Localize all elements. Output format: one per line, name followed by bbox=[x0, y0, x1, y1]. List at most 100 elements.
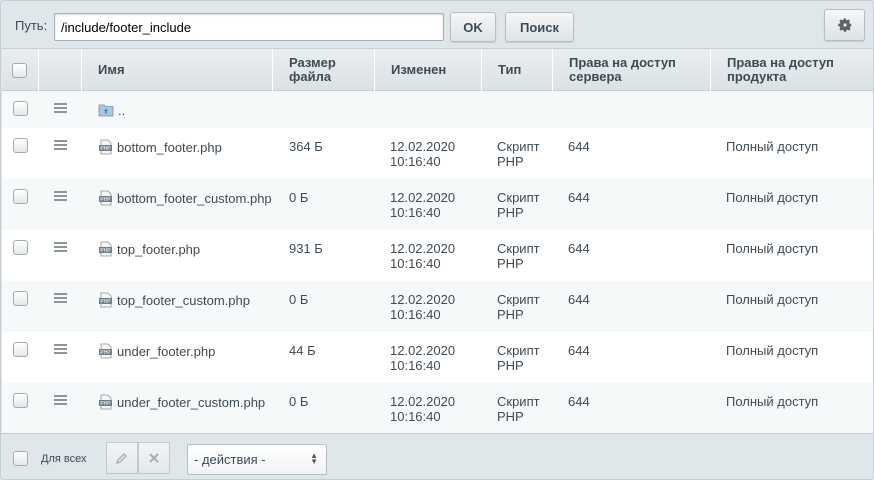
server-rights: 644 bbox=[568, 343, 590, 358]
file-name-link[interactable]: bottom_footer_custom.php bbox=[117, 191, 272, 206]
php-file-icon: PHP bbox=[99, 394, 112, 410]
row-checkbox[interactable] bbox=[13, 342, 28, 357]
svg-text:PHP: PHP bbox=[100, 248, 111, 254]
for-all-checkbox[interactable] bbox=[13, 451, 28, 466]
row-checkbox[interactable] bbox=[13, 138, 28, 153]
select-all-checkbox[interactable] bbox=[12, 62, 27, 78]
svg-text:PHP: PHP bbox=[100, 299, 111, 305]
file-type-lang: PHP bbox=[497, 205, 524, 220]
php-file-icon: PHP bbox=[99, 241, 112, 257]
actions-select[interactable]: - действия - ▲ ▼ bbox=[187, 444, 327, 475]
file-size: 931 Б bbox=[289, 241, 323, 256]
header-modified[interactable]: Изменен bbox=[375, 49, 482, 91]
row-menu-icon[interactable] bbox=[54, 191, 67, 202]
row-menu-icon[interactable] bbox=[54, 344, 67, 355]
table-row[interactable]: PHP bottom_footer_custom.php 0 Б 12.02.2020… bbox=[2, 179, 873, 230]
file-type: Скрипт bbox=[497, 190, 540, 205]
file-name-link[interactable]: bottom_footer.php bbox=[117, 140, 222, 155]
ok-button[interactable]: OK bbox=[450, 12, 496, 42]
file-name-link[interactable]: under_footer_custom.php bbox=[117, 395, 265, 410]
table-row[interactable]: PHP under_footer_custom.php 0 Б 12.02.2020 1… bbox=[2, 383, 873, 434]
delete-button[interactable] bbox=[138, 442, 170, 474]
file-type-lang: PHP bbox=[497, 256, 524, 271]
file-type: Скрипт bbox=[497, 343, 540, 358]
server-rights: 644 bbox=[568, 292, 590, 307]
file-size: 0 Б bbox=[289, 292, 309, 307]
header-actions-cell bbox=[39, 49, 82, 91]
header-select-cell bbox=[2, 49, 39, 91]
server-rights: 644 bbox=[568, 139, 590, 154]
close-icon bbox=[149, 453, 159, 463]
modified-date: 12.02.2020 bbox=[390, 343, 456, 358]
modified-time: 10:16:40 bbox=[390, 307, 441, 322]
pencil-icon bbox=[115, 453, 127, 465]
row-checkbox[interactable] bbox=[13, 101, 28, 116]
file-name-link[interactable]: top_footer_custom.php bbox=[117, 293, 250, 308]
php-file-icon: PHP bbox=[99, 292, 112, 308]
product-rights: Полный доступ bbox=[726, 139, 819, 154]
file-type-lang: PHP bbox=[497, 409, 524, 424]
search-button[interactable]: Поиск bbox=[505, 12, 574, 42]
php-file-icon: PHP bbox=[99, 343, 112, 359]
file-type: Скрипт bbox=[497, 394, 540, 409]
header-product-rights[interactable]: Права на доступ продукта bbox=[711, 49, 873, 91]
edit-button[interactable] bbox=[106, 442, 138, 474]
table-row-parent[interactable]: .. bbox=[2, 91, 873, 128]
path-input[interactable] bbox=[54, 13, 444, 41]
file-name-link[interactable]: under_footer.php bbox=[117, 344, 215, 359]
modified-time: 10:16:40 bbox=[390, 154, 441, 169]
table-row[interactable]: PHP bottom_footer.php 364 Б 12.02.2020 10:16… bbox=[2, 128, 873, 179]
table-row[interactable]: PHP under_footer.php 44 Б 12.02.2020 10:16:4… bbox=[2, 332, 873, 383]
header-size[interactable]: Размер файла bbox=[273, 49, 375, 91]
server-rights: 644 bbox=[568, 190, 590, 205]
modified-date: 12.02.2020 bbox=[390, 394, 456, 409]
file-size: 44 Б bbox=[289, 343, 316, 358]
modified-time: 10:16:40 bbox=[390, 256, 441, 271]
table-row[interactable]: PHP top_footer.php 931 Б 12.02.2020 10:16:40… bbox=[2, 230, 873, 281]
file-size: 0 Б bbox=[289, 190, 309, 205]
row-menu-icon[interactable] bbox=[54, 395, 67, 406]
header-server-rights[interactable]: Права на доступ сервера bbox=[553, 49, 711, 91]
file-type: Скрипт bbox=[497, 139, 540, 154]
file-type-lang: PHP bbox=[497, 307, 524, 322]
modified-date: 12.02.2020 bbox=[390, 139, 456, 154]
file-type-lang: PHP bbox=[497, 358, 524, 373]
product-rights: Полный доступ bbox=[726, 190, 819, 205]
row-checkbox[interactable] bbox=[13, 240, 28, 255]
server-rights: 644 bbox=[568, 241, 590, 256]
file-type: Скрипт bbox=[497, 241, 540, 256]
product-rights: Полный доступ bbox=[726, 343, 819, 358]
folder-up-icon bbox=[98, 104, 114, 117]
row-checkbox[interactable] bbox=[13, 189, 28, 204]
row-menu-icon[interactable] bbox=[54, 140, 67, 151]
row-menu-icon[interactable] bbox=[54, 242, 67, 253]
row-menu-icon[interactable] bbox=[54, 103, 67, 114]
modified-date: 12.02.2020 bbox=[390, 241, 456, 256]
file-size: 364 Б bbox=[289, 139, 323, 154]
row-checkbox[interactable] bbox=[13, 291, 28, 306]
path-toolbar: Путь: OK Поиск bbox=[1, 1, 873, 47]
table-header: Имя Размер файла Изменен Тип Права на до… bbox=[2, 48, 873, 91]
product-rights: Полный доступ bbox=[726, 394, 819, 409]
table-footer: Для всех - действия - ▲ ▼ bbox=[1, 433, 873, 479]
modified-date: 12.02.2020 bbox=[390, 190, 456, 205]
path-label: Путь: bbox=[15, 18, 48, 33]
modified-time: 10:16:40 bbox=[390, 205, 441, 220]
parent-dir-label[interactable]: .. bbox=[118, 103, 125, 118]
header-name[interactable]: Имя bbox=[82, 49, 273, 91]
svg-text:PHP: PHP bbox=[100, 401, 111, 407]
file-size: 0 Б bbox=[289, 394, 309, 409]
for-all-label: Для всех bbox=[41, 453, 87, 465]
settings-button[interactable] bbox=[824, 9, 865, 41]
php-file-icon: PHP bbox=[99, 139, 112, 155]
svg-text:PHP: PHP bbox=[100, 197, 111, 203]
file-name-link[interactable]: top_footer.php bbox=[117, 242, 200, 257]
row-checkbox[interactable] bbox=[13, 393, 28, 408]
svg-text:PHP: PHP bbox=[100, 350, 111, 356]
table-row[interactable]: PHP top_footer_custom.php 0 Б 12.02.2020 10:… bbox=[2, 281, 873, 332]
select-arrows-icon: ▲ ▼ bbox=[310, 451, 318, 466]
row-menu-icon[interactable] bbox=[54, 293, 67, 304]
server-rights: 644 bbox=[568, 394, 590, 409]
header-type[interactable]: Тип bbox=[482, 49, 553, 91]
modified-date: 12.02.2020 bbox=[390, 292, 456, 307]
